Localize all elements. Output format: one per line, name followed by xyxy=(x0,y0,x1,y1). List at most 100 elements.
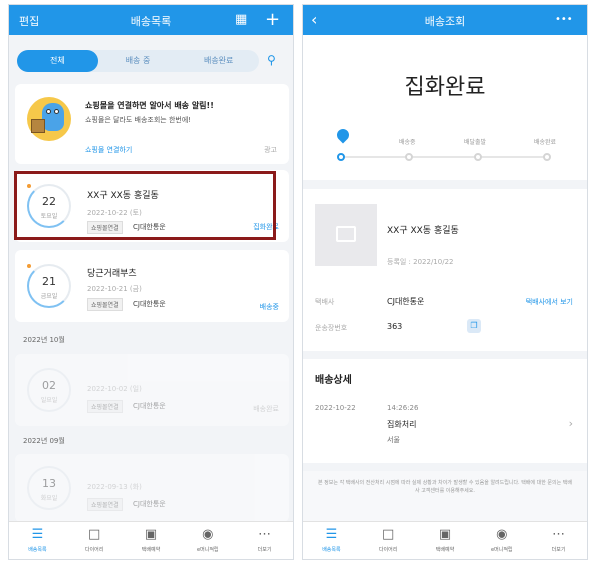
carrier-name: CJ대한통운 xyxy=(133,402,166,410)
date-ring: 13 화요일 xyxy=(27,466,71,510)
step-dot-pickup xyxy=(337,153,345,161)
weekday: 화요일 xyxy=(40,495,58,502)
mascot-image xyxy=(27,97,71,141)
carrier-name: CJ대한통운 xyxy=(133,500,166,508)
source-chip: 쇼핑몰연결 xyxy=(87,298,123,311)
progress-track xyxy=(341,156,549,158)
item-date: 2022-10-02 (일) xyxy=(87,385,142,393)
item-date: 2022-10-21 (금) xyxy=(87,285,142,293)
tab-label: 배송목록 xyxy=(322,547,341,553)
tab-emoney[interactable]: ◉ e머니적립 xyxy=(179,522,236,559)
tab-in-transit[interactable]: 배송 중 xyxy=(98,50,179,72)
event-location: 서울 xyxy=(387,436,400,444)
box-icon: ▣ xyxy=(144,527,158,542)
recipient-name: XX구 XX동 홍길동 xyxy=(387,226,459,236)
status-title: 집화완료 xyxy=(404,75,486,100)
status-badge: 배송완료 xyxy=(253,405,279,413)
more-icon[interactable]: ••• xyxy=(555,10,573,30)
list-item[interactable]: 13 화요일 2022-09-13 (화) 쇼핑몰연결 CJ대한통운 xyxy=(15,454,289,522)
more-icon: ⋯ xyxy=(552,527,566,542)
location-pin-icon xyxy=(334,126,352,144)
carrier-name: CJ대한통운 xyxy=(133,300,166,308)
tab-more[interactable]: ⋯ 더보기 xyxy=(236,522,293,559)
filter-tabs: 전체 배송 중 배송완료 xyxy=(17,50,259,72)
delivery-box-icon[interactable]: ▦ xyxy=(235,10,247,30)
tracking-label: 운송장번호 xyxy=(315,324,348,332)
event-time: 14:26:26 xyxy=(387,404,419,412)
promo-title: 쇼핑몰을 연결하면 알아서 배송 알림!! xyxy=(85,101,214,110)
status-panel: 집화완료 배송중 배달출발 배송완료 xyxy=(303,35,587,180)
date-ring: 21 금요일 xyxy=(27,264,71,308)
carrier-value: CJ대한통운 xyxy=(387,297,425,306)
event-date: 2022-10-22 xyxy=(315,404,356,412)
step-label: 배송완료 xyxy=(534,139,557,146)
box-icon: ▣ xyxy=(438,527,452,542)
package-icon xyxy=(336,226,356,242)
month-header: 2022년 10월 xyxy=(23,336,65,344)
promo-subtitle: 쇼핑몰은 달라도 배송조회는 한번에! xyxy=(85,116,192,124)
step-label: 배달출발 xyxy=(464,139,487,146)
page-title: 배송조회 xyxy=(424,15,466,28)
delivery-list-screen: 편집 배송목록 ▦ + 전체 배송 중 배송완료 ⚲ 쇼핑몰을 연결하면 알아서… xyxy=(8,4,294,560)
list-item[interactable]: 21 금요일 당근거래부츠 2022-10-21 (금) 쇼핑몰연결 CJ대한통… xyxy=(15,250,289,322)
bottom-tab-bar: ☰ 배송목록 □ 다이어리 ▣ 택배예약 ◉ e머니적립 ⋯ 더보기 xyxy=(9,521,293,559)
list-icon: ☰ xyxy=(31,527,44,542)
tab-reservation[interactable]: ▣ 택배예약 xyxy=(417,522,474,559)
package-thumbnail xyxy=(315,204,377,266)
info-panel: XX구 XX동 홍길동 등록일 : 2022/10/22 택배사 CJ대한통운 … xyxy=(303,189,587,351)
bookmark-icon: □ xyxy=(88,527,101,542)
highlight-box xyxy=(14,171,276,240)
tab-label: 배송목록 xyxy=(28,547,47,553)
tab-delivery-list[interactable]: ☰ 배송목록 xyxy=(9,522,66,559)
step-label: 배송중 xyxy=(399,139,416,146)
detail-panel: 배송상세 2022-10-22 14:26:26 집화처리 서울 › xyxy=(303,359,587,463)
new-dot xyxy=(27,264,31,268)
item-date: 2022-09-13 (화) xyxy=(87,483,142,491)
tab-delivered[interactable]: 배송완료 xyxy=(178,50,259,72)
source-chip: 쇼핑몰연결 xyxy=(87,400,123,413)
day-number: 21 xyxy=(42,275,56,288)
tab-emoney[interactable]: ◉ e머니적립 xyxy=(473,522,530,559)
step-dot-out xyxy=(474,153,482,161)
carrier-label: 택배사 xyxy=(315,298,335,306)
promo-card[interactable]: 쇼핑몰을 연결하면 알아서 배송 알림!! 쇼핑몰은 달라도 배송조회는 한번에… xyxy=(15,84,289,164)
section-title: 배송상세 xyxy=(315,375,352,386)
weekday: 금요일 xyxy=(40,293,58,300)
step-dot-delivered xyxy=(543,153,551,161)
tab-label: 더보기 xyxy=(551,547,566,553)
connect-mall-link[interactable]: 쇼핑몰 연결하기 xyxy=(85,145,132,155)
coin-stack-icon: ◉ xyxy=(496,527,508,542)
tracking-number: 363 xyxy=(387,322,403,331)
month-header: 2022년 09월 xyxy=(23,437,65,445)
step-dot-transit xyxy=(405,153,413,161)
coin-stack-icon: ◉ xyxy=(202,527,214,542)
disclaimer-text: 본 정보는 각 택배사의 전산처리 시점에 따라 실제 상황과 차이가 발생할 … xyxy=(317,480,572,494)
bottom-tab-bar: ☰ 배송목록 □ 다이어리 ▣ 택배예약 ◉ e머니적립 ⋯ 더보기 xyxy=(303,521,587,559)
day-number: 13 xyxy=(42,477,56,490)
tab-label: 택배예약 xyxy=(435,547,455,553)
day-number: 02 xyxy=(42,379,56,392)
tab-all[interactable]: 전체 xyxy=(17,50,98,72)
tab-label: 다이어리 xyxy=(378,547,398,553)
top-bar: 편집 배송목록 ▦ + xyxy=(9,5,293,35)
tab-delivery-list[interactable]: ☰ 배송목록 xyxy=(303,522,360,559)
bookmark-icon: □ xyxy=(382,527,395,542)
chevron-right-icon: › xyxy=(568,417,573,430)
view-on-carrier-link[interactable]: 택배사에서 보기 xyxy=(526,297,573,307)
notice-panel: 본 정보는 각 택배사의 전산처리 시점에 따라 실제 상황과 차이가 발생할 … xyxy=(303,471,587,523)
list-item[interactable]: 02 일요일 2022-10-02 (일) 쇼핑몰연결 CJ대한통운 배송완료 xyxy=(15,354,289,426)
tab-diary[interactable]: □ 다이어리 xyxy=(360,522,417,559)
weekday: 일요일 xyxy=(40,397,58,404)
list-icon: ☰ xyxy=(325,527,338,542)
search-icon[interactable]: ⚲ xyxy=(267,53,276,67)
tab-label: 더보기 xyxy=(257,547,272,553)
event-status: 집화처리 xyxy=(387,420,417,429)
status-badge: 배송중 xyxy=(259,303,279,311)
tab-diary[interactable]: □ 다이어리 xyxy=(66,522,123,559)
tab-more[interactable]: ⋯ 더보기 xyxy=(530,522,587,559)
tab-label: e머니적립 xyxy=(491,547,513,553)
copy-icon[interactable]: ❐ xyxy=(467,319,481,333)
tab-reservation[interactable]: ▣ 택배예약 xyxy=(123,522,180,559)
item-title: 당근거래부츠 xyxy=(87,269,137,279)
add-icon[interactable]: + xyxy=(265,10,280,30)
